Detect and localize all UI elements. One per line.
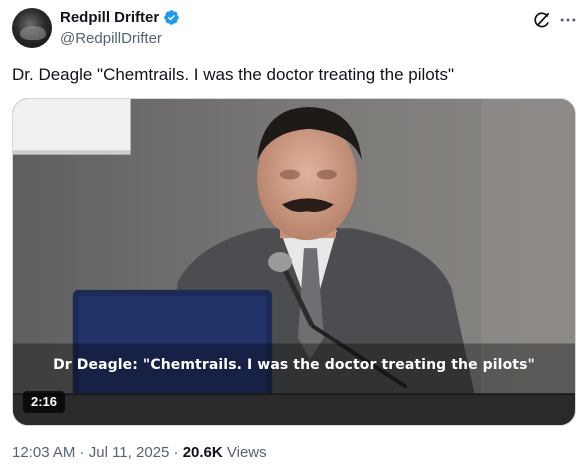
grok-icon[interactable] — [532, 10, 552, 30]
views-label: Views — [222, 444, 267, 461]
meta-separator: · — [169, 444, 183, 461]
tweet-date[interactable]: Jul 11, 2025 — [89, 444, 170, 461]
avatar[interactable] — [12, 8, 52, 48]
video-frame — [13, 99, 575, 425]
video-duration-badge: 2:16 — [23, 391, 66, 413]
video-player[interactable]: Dr Deagle: "Chemtrails. I was the doctor… — [12, 98, 576, 426]
author-handle[interactable]: @RedpillDrifter — [60, 30, 162, 47]
verified-badge-icon — [164, 10, 179, 25]
display-name[interactable]: Redpill Drifter — [60, 9, 159, 26]
more-dots-icon[interactable] — [558, 10, 578, 30]
author-name-row: Redpill Drifter — [60, 9, 180, 26]
video-subtitle: Dr Deagle: "Chemtrails. I was the doctor… — [53, 357, 535, 373]
views-count[interactable]: 20.6K — [183, 444, 223, 461]
tweet-text: Dr. Deagle "Chemtrails. I was the doctor… — [12, 65, 454, 84]
tweet-time[interactable]: 12:03 AM — [12, 444, 75, 461]
tweet-meta: 12:03 AM · Jul 11, 2025 · 20.6K Views — [12, 444, 267, 461]
meta-separator: · — [75, 444, 89, 461]
